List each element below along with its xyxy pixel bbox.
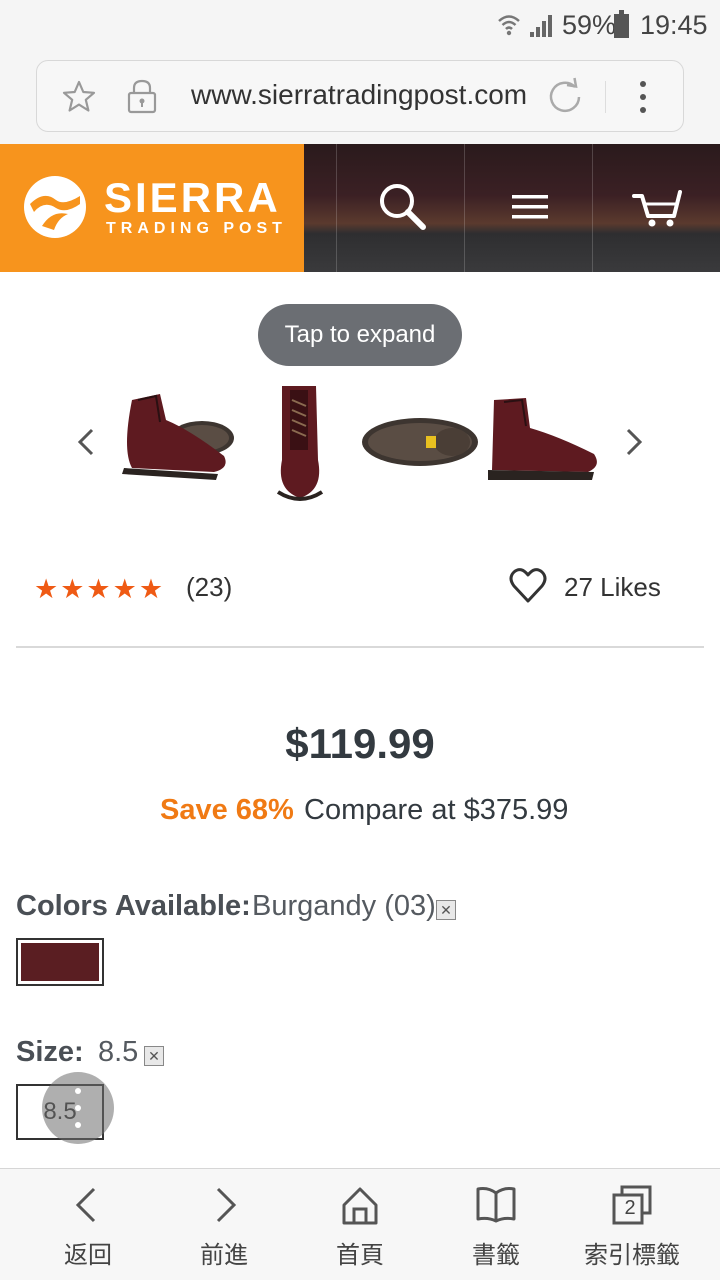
- color-swatch-burgandy[interactable]: [16, 938, 104, 986]
- nav-tabs-button[interactable]: 2 索引標籤: [564, 1169, 700, 1280]
- touch-indicator: [42, 1072, 114, 1144]
- back-arrow-icon: [75, 1187, 96, 1223]
- nav-home-button[interactable]: 首頁: [292, 1169, 428, 1280]
- browser-toolbar: www.sierratradingpost.com: [0, 50, 720, 144]
- nav-back-button[interactable]: 返回: [20, 1169, 156, 1280]
- nav-bookmarks-button[interactable]: 書籤: [428, 1169, 564, 1280]
- search-icon: [380, 184, 426, 230]
- header-divider: [592, 144, 593, 272]
- review-count: (23): [186, 572, 233, 602]
- nav-forward-button[interactable]: 前進: [156, 1169, 292, 1280]
- heart-icon: [509, 568, 547, 603]
- section-divider: [16, 646, 704, 648]
- clear-size-icon[interactable]: ✕: [144, 1046, 164, 1066]
- more-menu-icon[interactable]: [633, 79, 653, 115]
- status-bar: 59% 19:45: [0, 0, 720, 50]
- browser-bottom-nav: 返回 前進 首頁 書籤 2 索引標籤: [0, 1168, 720, 1280]
- logo-subtitle: TRADING POST: [106, 220, 287, 237]
- rating-stars: ★★★★★: [34, 574, 166, 604]
- site-header: SIERRA TRADING POST: [0, 144, 720, 272]
- size-label: Size:: [16, 1036, 84, 1068]
- thumbnail-boot-side-and-sole[interactable]: [114, 380, 234, 504]
- carousel-prev-icon[interactable]: [70, 420, 104, 464]
- swatch-fill: [21, 943, 99, 981]
- nav-tabs-label: 索引標籤: [584, 1241, 680, 1269]
- wifi-icon: [498, 15, 520, 36]
- nav-bookmarks-label: 書籤: [472, 1241, 520, 1269]
- cart-button[interactable]: [594, 144, 720, 272]
- signal-icon: [530, 15, 552, 37]
- likes-count: 27 Likes: [564, 572, 661, 602]
- lock-icon[interactable]: [125, 77, 159, 115]
- clear-color-icon[interactable]: ✕: [436, 900, 456, 920]
- thumbnail-boot-side[interactable]: [484, 380, 604, 504]
- search-button[interactable]: [336, 144, 464, 272]
- hamburger-menu-icon: [512, 195, 548, 219]
- address-divider: [605, 81, 606, 113]
- bookmarks-icon: [476, 1187, 516, 1223]
- colors-label: Colors Available:: [16, 890, 251, 922]
- logo-name: SIERRA: [104, 174, 281, 221]
- clock: 19:45: [640, 10, 708, 40]
- logo-mark-icon: [24, 176, 86, 238]
- battery-percent: 59%: [562, 10, 617, 40]
- tap-to-expand-tooltip: Tap to expand: [258, 304, 462, 366]
- battery-icon: [614, 10, 629, 38]
- reload-icon[interactable]: [545, 77, 585, 117]
- carousel-next-icon[interactable]: [616, 420, 650, 464]
- compare-price: Compare at $375.99: [304, 794, 569, 826]
- tabs-count-badge: 2: [624, 1197, 636, 1219]
- savings-percent: Save 68%: [160, 794, 294, 826]
- address-bar[interactable]: www.sierratradingpost.com: [36, 60, 684, 132]
- url-text[interactable]: www.sierratradingpost.com: [191, 79, 531, 111]
- home-icon: [342, 1187, 378, 1225]
- forward-arrow-icon: [216, 1187, 237, 1223]
- site-logo[interactable]: SIERRA TRADING POST: [0, 144, 304, 272]
- bookmark-star-icon[interactable]: [61, 79, 97, 115]
- selected-color: Burgandy (03): [252, 890, 436, 922]
- thumbnail-boot-front[interactable]: [240, 380, 360, 504]
- nav-home-label: 首頁: [336, 1241, 384, 1269]
- header-divider: [464, 144, 465, 272]
- selected-size: 8.5: [98, 1036, 139, 1068]
- nav-forward-label: 前進: [200, 1241, 248, 1269]
- product-price: $119.99: [285, 720, 435, 767]
- menu-button[interactable]: [466, 144, 594, 272]
- thumbnail-boot-sole[interactable]: [360, 380, 480, 504]
- nav-back-label: 返回: [64, 1241, 112, 1269]
- likes-button[interactable]: 27 Likes: [508, 566, 668, 610]
- cart-icon: [632, 190, 682, 227]
